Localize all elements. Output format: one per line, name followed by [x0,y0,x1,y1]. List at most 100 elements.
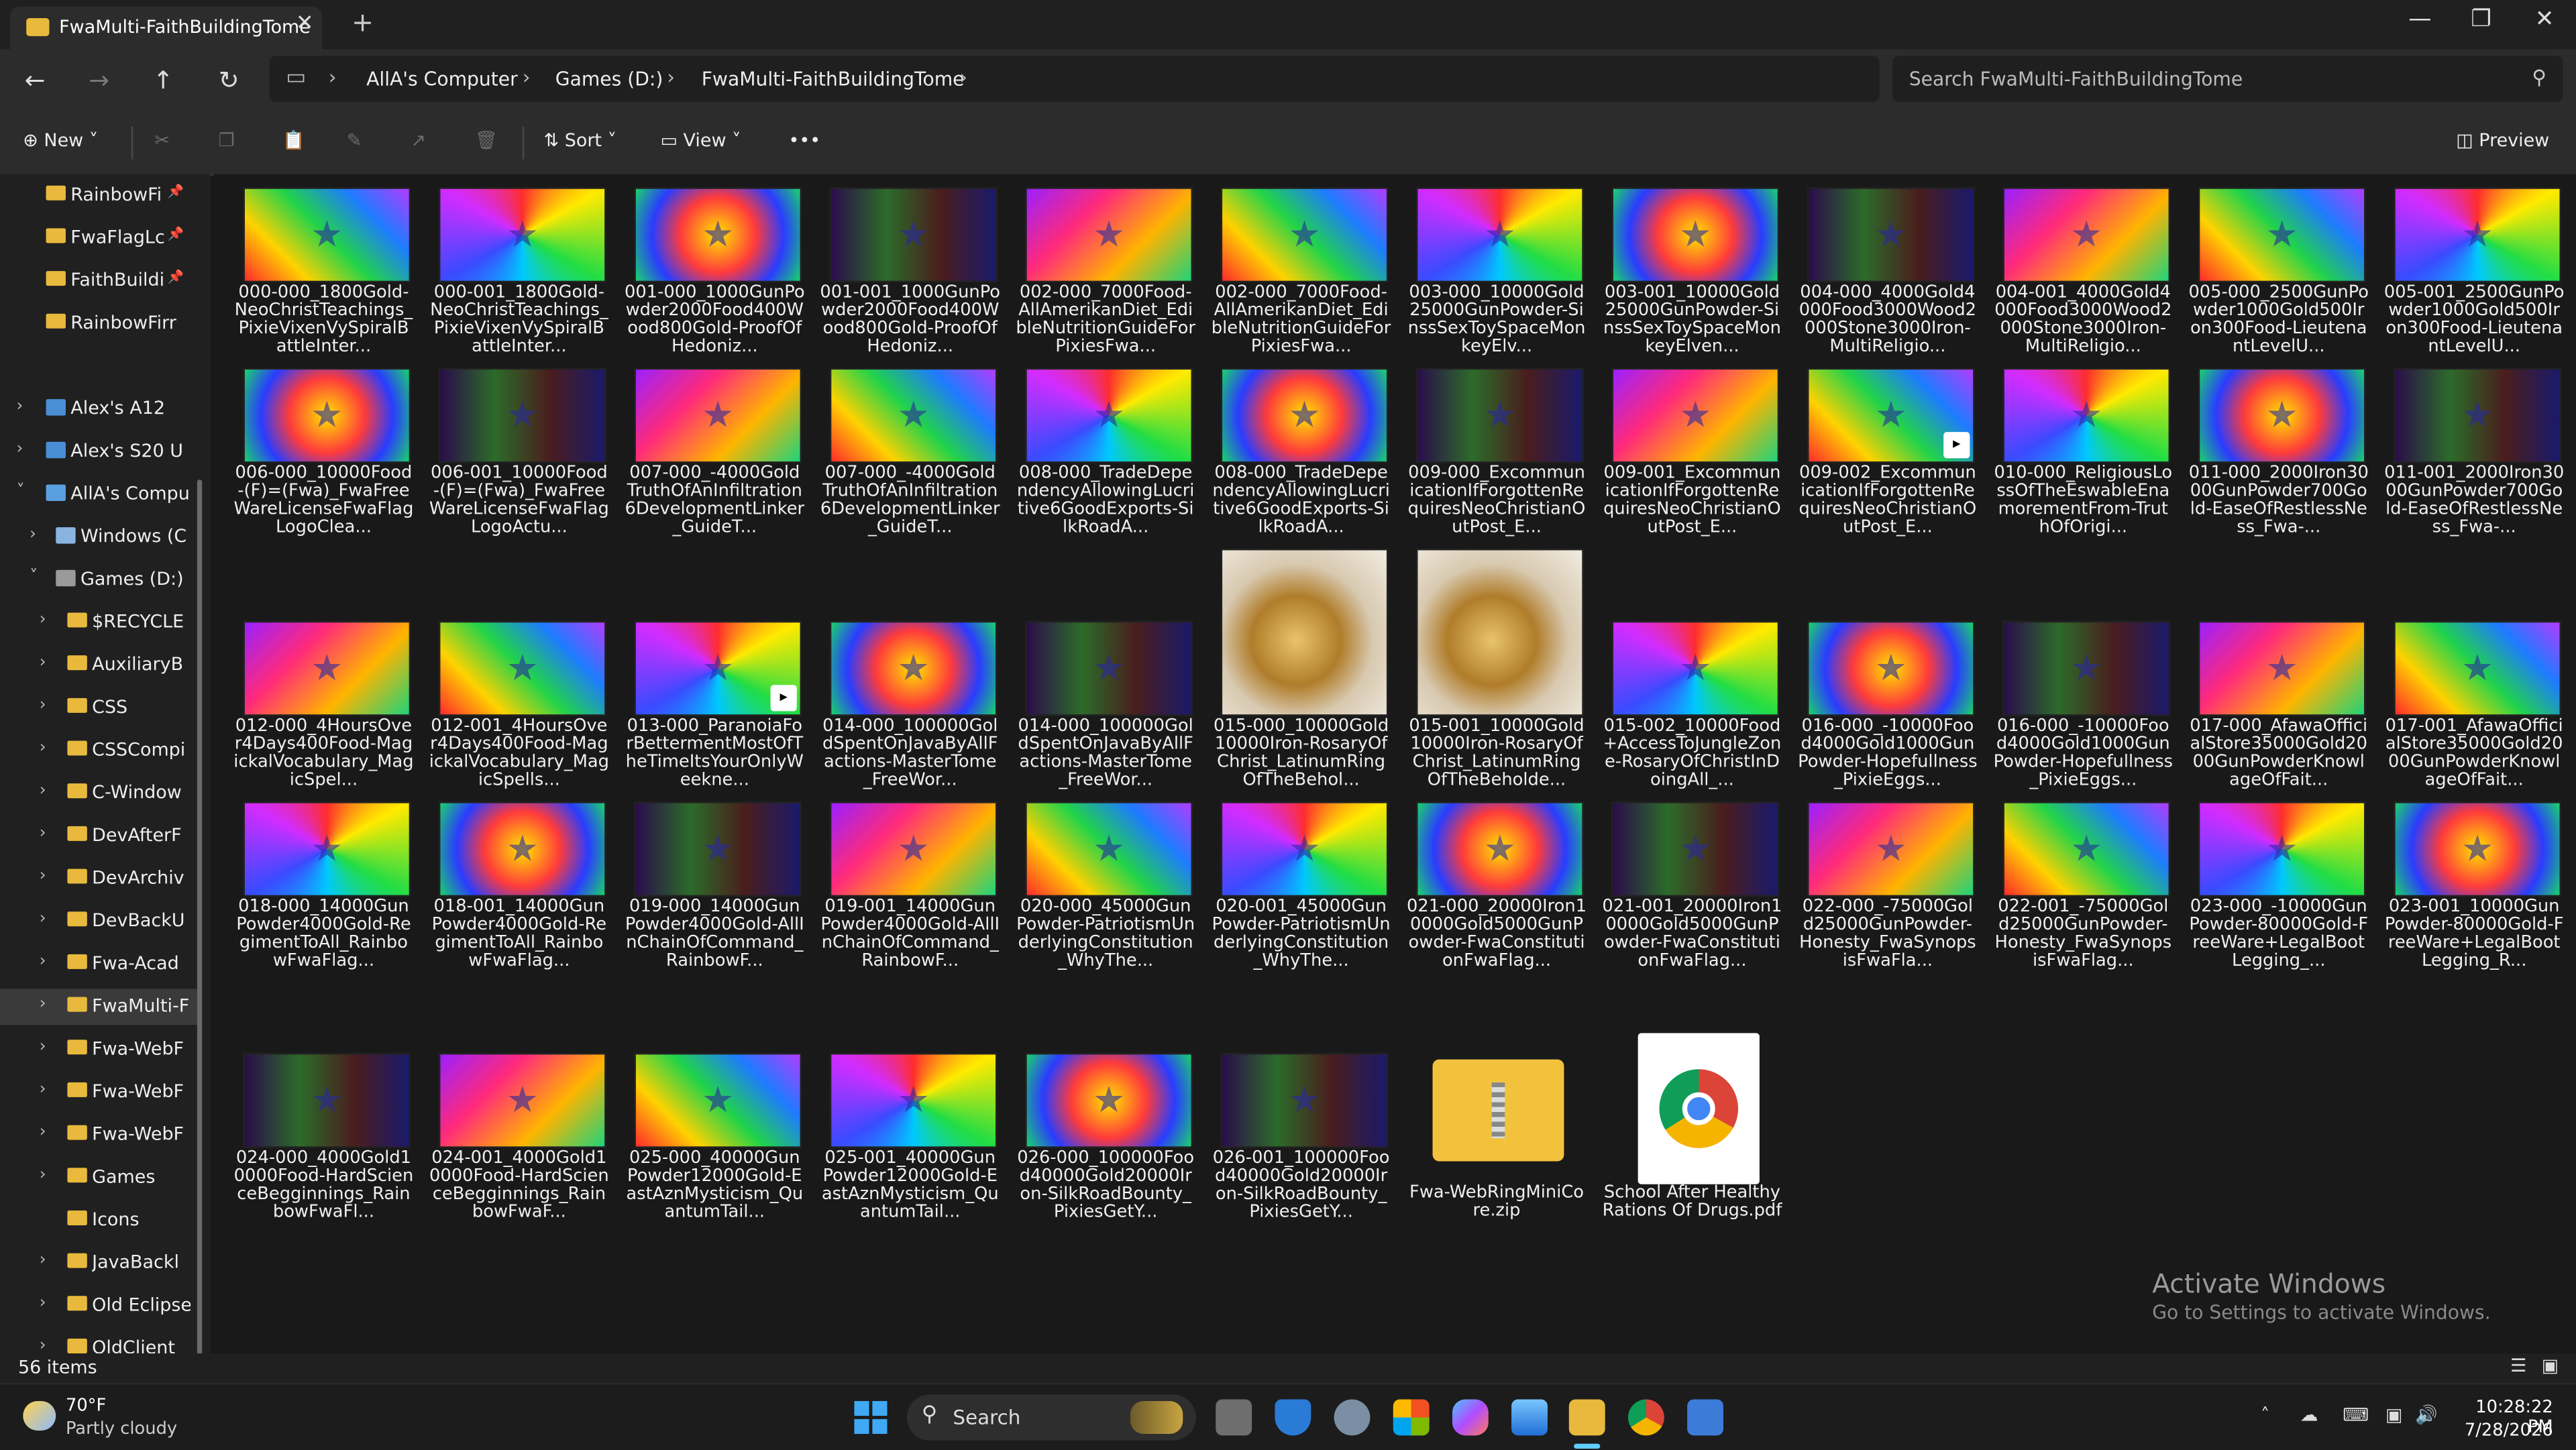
file-item[interactable]: ★ 008-000_TradeDependencyAllowingLucritiv… [1015,368,1194,581]
chevron-right-icon[interactable]: › [40,1294,46,1313]
chevron-right-icon[interactable]: › [40,995,46,1013]
chevron-right-icon[interactable]: › [40,824,46,842]
nav-folder-item[interactable]: › Fwa-WebF [0,1074,197,1111]
weather-condition[interactable]: Partly cloudy [66,1419,177,1439]
chevron-right-icon[interactable]: › [40,739,46,757]
nav-scrollbar[interactable] [197,480,203,1353]
tab-active[interactable]: FwaMulti-FaithBuildingTome ✕ [9,6,323,50]
nav-folder-item[interactable]: › Fwa-WebF [0,1031,197,1068]
weather-icon[interactable] [23,1400,56,1431]
chevron-right-icon[interactable]: › [40,1337,46,1353]
back-arrow-icon[interactable]: ← [25,66,46,95]
up-arrow-icon[interactable]: ↑ [153,66,174,95]
weather-temperature[interactable]: 70°F [66,1396,106,1416]
chevron-right-icon[interactable]: › [40,1123,46,1141]
preview-button[interactable]: ◫ Preview [2456,129,2549,151]
file-item[interactable]: ★ 023-000_-10000GunPowder-80000Gold-FreeW… [2188,801,2368,1015]
file-item[interactable]: ★ 026-001_100000Food40000Gold20000Iron-Si… [1211,1052,1390,1266]
photos-icon[interactable] [1511,1399,1548,1436]
sort-button[interactable]: ⇅ Sort ˅ [544,129,616,151]
share-icon[interactable]: ↗ [411,129,426,151]
file-item[interactable]: ★ 022-001_-75000Gold25000GunPowder-Honest… [1993,801,2171,1015]
nav-folder-item[interactable]: › CSSCompi [0,732,197,769]
chevron-right-icon[interactable]: › [40,1251,46,1270]
chevron-right-icon[interactable]: › [40,1166,46,1184]
more-options-button[interactable]: ••• [789,129,821,151]
chevron-right-icon[interactable]: › [40,611,46,629]
nav-folder-item[interactable]: › Games [0,1160,197,1196]
file-item[interactable]: ★ ▶ 009-002_ExcommunicationIfForgottenRequ… [1797,368,1976,581]
nav-pinned-rainbowfi[interactable]: RainbowFi 📌 [0,177,197,213]
nav-drive-games[interactable]: ˅ Games (D:) [0,562,197,598]
file-item[interactable]: ★ 023-001_10000GunPowder-80000Gold-FreeWa… [2383,801,2564,1015]
file-item[interactable]: ★ 018-000_14000GunPowder4000Gold-Regiment… [233,801,411,1015]
chevron-right-icon[interactable]: › [40,654,46,672]
file-item[interactable]: ★ 025-001_40000GunPowder12000Gold-EastAzn… [820,1052,999,1266]
refresh-icon[interactable]: ↻ [219,66,239,95]
file-item[interactable]: ★ 024-001_4000Gold10000Food-HardScienceBe… [429,1052,609,1266]
settings-gear-icon[interactable] [1334,1399,1371,1436]
defender-shield-icon[interactable] [1275,1399,1311,1436]
file-item[interactable]: ★ 021-000_20000Iron10000Gold5000GunPowder… [1406,801,1587,1015]
maximize-button[interactable]: ❐ [2471,7,2491,33]
chevron-right-icon[interactable]: › [16,440,23,458]
file-item[interactable]: ★ 011-000_2000Iron3000GunPowder700Gold-Ea… [2188,368,2369,581]
chevron-right-icon[interactable]: › [40,952,46,970]
nav-folder-item[interactable]: › JavaBackl [0,1245,197,1281]
keyboard-icon[interactable]: ⌨ [2343,1404,2369,1426]
nav-folder-item[interactable]: › Old Eclipse [0,1288,197,1324]
nav-pinned-rainbowfirr[interactable]: RainbowFirr [0,306,197,342]
chevron-right-icon[interactable]: › [40,782,46,800]
copy-icon[interactable]: ❐ [219,129,235,151]
forward-arrow-icon[interactable]: → [89,66,109,95]
file-item[interactable]: ★ 020-001_45000GunPowder-PatriotismUnderl… [1211,801,1391,1015]
file-item[interactable]: ★ 025-000_40000GunPowder12000Gold-EastAzn… [625,1052,803,1266]
taskbar-search[interactable]: ⚲ Search [906,1394,1196,1441]
minimize-button[interactable]: — [2408,7,2431,33]
file-item[interactable]: ★ 022-000_-75000Gold25000GunPowder-Honest… [1797,801,1976,1015]
nav-folder-item[interactable]: › Fwa-Acad [0,946,197,983]
new-tab-button[interactable]: + [352,7,374,38]
paste-icon[interactable]: 📋 [282,129,305,151]
nav-device-alex-a12[interactable]: › Alex's A12 [0,391,197,427]
nav-drive-windows[interactable]: › Windows (C [0,519,197,555]
nav-folder-item[interactable]: › AuxiliaryB [0,647,197,683]
chevron-right-icon[interactable]: › [30,526,36,544]
cut-icon[interactable]: ✂ [154,129,170,151]
close-window-button[interactable]: ✕ [2535,7,2555,33]
file-item[interactable]: ★ 011-001_2000Iron3000GunPowder700Gold-Ea… [2383,368,2564,581]
chevron-right-icon[interactable]: › [40,696,46,714]
delete-icon[interactable]: 🗑 [475,129,498,151]
file-item[interactable]: ★ 019-000_14000GunPowder4000Gold-AllInCha… [625,801,804,1015]
breadcrumb-current-folder[interactable]: FwaMulti-FaithBuildingTome [702,67,965,90]
nav-folder-item[interactable]: Icons [0,1203,197,1239]
file-item[interactable]: ★ 006-001_10000Food-(F)=(Fwa)_FwaFreeWare… [429,368,609,581]
details-view-icon[interactable]: ☰ [2510,1355,2526,1376]
file-item[interactable]: ★ 026-000_100000Food40000Gold20000Iron-Si… [1015,1052,1194,1266]
nav-device-alex-s20[interactable]: › Alex's S20 U [0,434,197,470]
file-item[interactable]: ★ 024-000_4000Gold10000Food-HardScienceBe… [233,1052,413,1266]
file-item[interactable]: ★ 019-001_14000GunPowder4000Gold-AllInCha… [820,801,1000,1015]
chevron-down-icon[interactable]: ˅ [30,568,38,586]
windows-start-icon[interactable] [854,1400,888,1434]
store-icon[interactable] [1393,1399,1430,1436]
nav-folder-item[interactable]: › FwaMulti-F [0,989,197,1025]
chevron-right-icon[interactable]: › [40,1080,46,1099]
task-view-icon[interactable] [1216,1399,1252,1436]
nav-folder-item[interactable]: › DevBackU [0,903,197,940]
breadcrumb-games-drive[interactable]: Games (D:) [555,67,663,90]
nav-folder-item[interactable]: › Fwa-WebF [0,1117,197,1153]
search-input[interactable]: Search FwaMulti-FaithBuildingTome ⚲ [1892,56,2563,102]
file-item[interactable]: Fwa-WebRingMiniCore.zip [1406,1053,1584,1266]
file-item[interactable]: ★ 007-000_-4000GoldTruthOfAnInfiltration6… [820,368,1000,581]
nav-this-pc[interactable]: ˅ AllA's Compu [0,476,197,512]
nav-folder-item[interactable]: › CSS [0,690,197,726]
tab-close-icon[interactable]: ✕ [296,11,314,36]
cloud-icon[interactable]: ☁ [2300,1404,2318,1426]
file-item[interactable]: ★ 018-001_14000GunPowder4000Gold-Regiment… [429,801,606,1015]
file-explorer-icon[interactable] [1568,1399,1605,1436]
nav-folder-item[interactable]: › DevAfterF [0,818,197,854]
file-item[interactable]: ★ 006-000_10000Food-(F)=(Fwa)_FwaFreeWare… [233,368,413,581]
view-button[interactable]: ▭ View ˅ [660,129,741,151]
file-item[interactable]: ★ 009-001_ExcommunicationIfForgottenRequi… [1602,368,1781,581]
